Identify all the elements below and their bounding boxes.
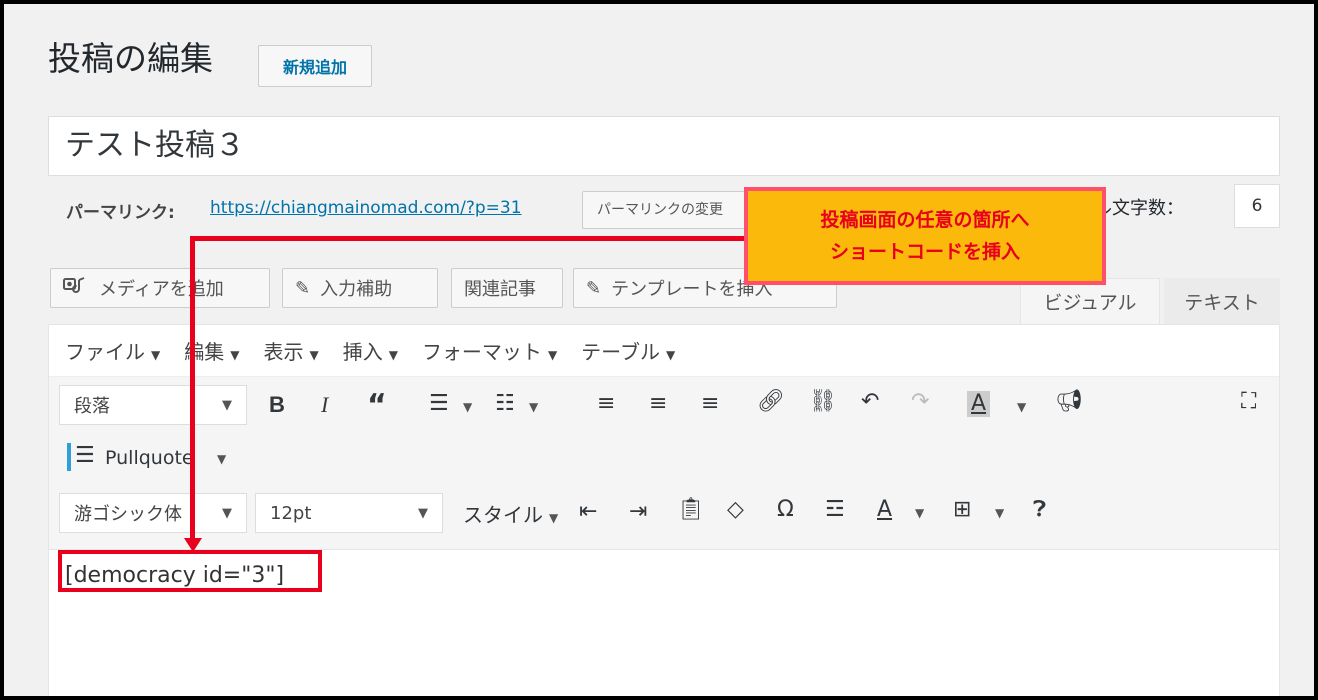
omega-icon[interactable]: Ω bbox=[777, 499, 794, 521]
unlink-icon[interactable]: ⛓︎ bbox=[809, 391, 837, 413]
post-title-input[interactable]: テスト投稿３ bbox=[48, 116, 1280, 176]
paste-icon[interactable]: 📋︎ bbox=[677, 499, 705, 521]
text-color-icon[interactable]: A bbox=[967, 391, 991, 417]
pencil-icon: ✎ bbox=[295, 277, 311, 299]
horizontal-rule-icon[interactable]: ☲ bbox=[825, 499, 845, 521]
callout-line-1: 投稿画面の任意の箇所へ bbox=[820, 209, 1030, 231]
editor: ファイル ▼ 編集 ▼ 表示 ▼ 挿入 ▼ フォーマット ▼ テーブル ▼ 段落 ▼ B I… bbox=[48, 324, 1280, 696]
redo-icon[interactable]: ↷ bbox=[911, 391, 929, 413]
annotation-line-horizontal bbox=[190, 236, 746, 241]
media-icon bbox=[63, 276, 89, 301]
permalink-link[interactable]: https://chiangmainomad.com/?p=31 bbox=[210, 198, 522, 218]
numbered-list-icon[interactable]: ☷ bbox=[495, 393, 515, 415]
menu-file[interactable]: ファイル ▼ bbox=[65, 336, 160, 365]
paragraph-format-select[interactable]: 段落 ▼ bbox=[59, 385, 247, 425]
related-posts-label: 関連記事 bbox=[464, 279, 536, 300]
pullquote-label[interactable]: Pullquote bbox=[105, 447, 194, 469]
input-assist-button[interactable]: ✎ 入力補助 bbox=[282, 268, 438, 308]
undo-icon[interactable]: ↶ bbox=[861, 391, 879, 413]
megaphone-icon[interactable]: 📢︎ bbox=[1055, 391, 1083, 413]
page-title: 投稿の編集 bbox=[48, 39, 213, 78]
fullscreen-icon[interactable]: ⛶ bbox=[1241, 391, 1256, 413]
annotation-line-vertical bbox=[190, 236, 195, 542]
caret-down-icon[interactable]: ▼ bbox=[217, 453, 226, 465]
annotation-arrow-icon bbox=[184, 538, 202, 552]
font-family-value: 游ゴシック体 bbox=[74, 504, 182, 525]
style-menu[interactable]: スタイル ▼ bbox=[463, 499, 558, 528]
input-assist-label: 入力補助 bbox=[320, 279, 393, 300]
permalink-label: パーマリンク: bbox=[66, 203, 175, 223]
caret-down-icon[interactable]: ▼ bbox=[529, 401, 538, 413]
add-media-label: メディアを追加 bbox=[99, 279, 224, 300]
table-icon[interactable]: ⊞ bbox=[953, 499, 971, 521]
pencil-icon: ✎ bbox=[586, 277, 602, 299]
change-permalink-button[interactable]: パーマリンクの変更 bbox=[582, 191, 754, 229]
pullquote-icon[interactable]: ☰ bbox=[75, 445, 95, 467]
pullquote-bar bbox=[67, 443, 71, 471]
caret-down-icon[interactable]: ▼ bbox=[1017, 401, 1026, 413]
eraser-icon[interactable]: ◇ bbox=[727, 499, 744, 521]
editor-menubar: ファイル ▼ 編集 ▼ 表示 ▼ 挿入 ▼ フォーマット ▼ テーブル ▼ bbox=[49, 325, 1279, 377]
font-size-select[interactable]: 12pt ▼ bbox=[255, 493, 443, 533]
align-left-icon[interactable]: ≡ bbox=[597, 393, 615, 415]
callout-line-2: ショートコードを挿入 bbox=[829, 241, 1020, 263]
indent-icon[interactable]: ⇥ bbox=[629, 501, 647, 523]
outdent-icon[interactable]: ⇤ bbox=[579, 501, 597, 523]
caret-down-icon: ▼ bbox=[222, 505, 232, 521]
title-count-label: ル文字数： bbox=[1094, 198, 1184, 219]
paragraph-format-value: 段落 bbox=[74, 396, 110, 417]
annotation-callout: 投稿画面の任意の箇所へ ショートコードを挿入 bbox=[744, 187, 1106, 285]
caret-down-icon: ▼ bbox=[418, 505, 428, 521]
bullet-list-icon[interactable]: ☰ bbox=[429, 393, 449, 415]
italic-icon[interactable]: I bbox=[321, 394, 328, 416]
menu-format[interactable]: フォーマット ▼ bbox=[422, 336, 557, 365]
caret-down-icon: ▼ bbox=[309, 348, 319, 362]
add-media-button[interactable]: メディアを追加 bbox=[50, 268, 270, 308]
shortcode-highlight-box bbox=[58, 550, 322, 592]
add-new-button[interactable]: 新規追加 bbox=[258, 45, 372, 87]
title-count-value: 6 bbox=[1234, 184, 1280, 228]
blockquote-icon[interactable]: “ bbox=[367, 391, 387, 421]
editor-toolbars: 段落 ▼ B I “ ☰ ▼ ☷ ▼ ≡ ≡ ≡ 🔗︎ ⛓︎ ↶ ↷ A ▼ 📢… bbox=[49, 377, 1279, 550]
link-icon[interactable]: 🔗︎ bbox=[757, 391, 785, 413]
screenshot-frame: 投稿の編集 新規追加 テスト投稿３ パーマリンク: https://chiang… bbox=[0, 0, 1318, 700]
caret-down-icon[interactable]: ▼ bbox=[995, 507, 1004, 519]
tab-text[interactable]: テキスト bbox=[1164, 278, 1280, 324]
caret-down-icon: ▼ bbox=[549, 511, 559, 525]
caret-down-icon: ▼ bbox=[151, 348, 161, 362]
caret-down-icon: ▼ bbox=[230, 348, 240, 362]
align-center-icon[interactable]: ≡ bbox=[649, 393, 667, 415]
caret-down-icon: ▼ bbox=[547, 348, 558, 362]
caret-down-icon[interactable]: ▼ bbox=[463, 401, 472, 413]
menu-view[interactable]: 表示 ▼ bbox=[263, 336, 318, 365]
caret-down-icon: ▼ bbox=[665, 348, 676, 362]
help-icon[interactable]: ❓︎ bbox=[1033, 499, 1046, 521]
font-size-value: 12pt bbox=[270, 502, 312, 524]
bold-icon[interactable]: B bbox=[269, 394, 285, 416]
related-posts-button[interactable]: 関連記事 bbox=[451, 268, 563, 308]
text-color-icon[interactable]: A bbox=[877, 499, 892, 521]
menu-insert[interactable]: 挿入 ▼ bbox=[343, 336, 398, 365]
menu-table[interactable]: テーブル ▼ bbox=[581, 336, 675, 365]
caret-down-icon[interactable]: ▼ bbox=[915, 507, 924, 519]
font-family-select[interactable]: 游ゴシック体 ▼ bbox=[59, 493, 247, 533]
align-right-icon[interactable]: ≡ bbox=[701, 393, 719, 415]
caret-down-icon: ▼ bbox=[388, 348, 398, 362]
caret-down-icon: ▼ bbox=[222, 397, 232, 413]
